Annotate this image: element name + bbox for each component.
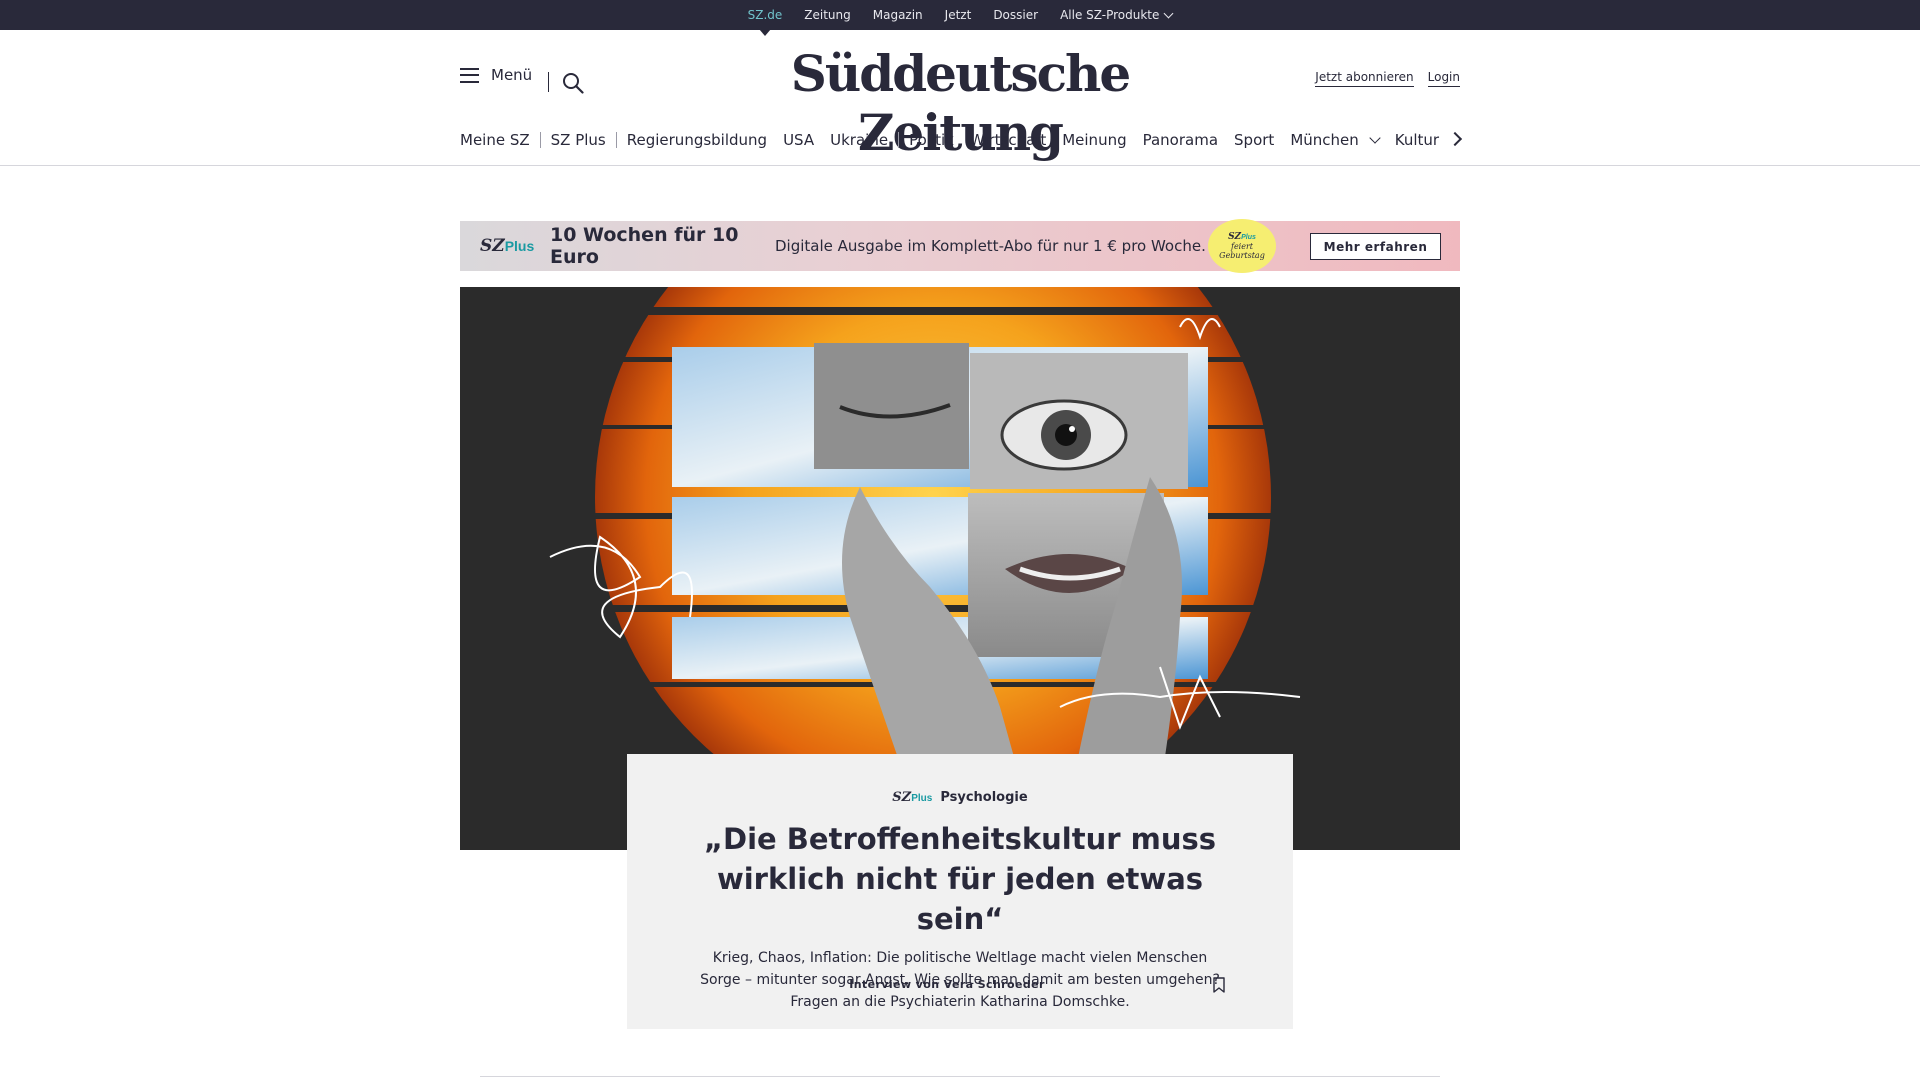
nav-divider	[539, 132, 541, 148]
service-bar: SZ.de Zeitung Magazin Jetzt Dossier Alle…	[0, 0, 1920, 36]
nav-item-meinung[interactable]: Meinung	[1062, 131, 1126, 149]
menu-label: Menü	[491, 66, 533, 84]
divider	[548, 72, 549, 92]
plus-logo-text: Plus	[504, 238, 535, 254]
anniversary-badge: SZPlus feiert Geburtstag	[1208, 219, 1276, 273]
topbar-link-magazin[interactable]: Magazin	[873, 0, 923, 30]
menu-button[interactable]: Menü	[460, 66, 532, 84]
nav-item-sport[interactable]: Sport	[1234, 131, 1274, 149]
sz-logo-text: SZ	[480, 236, 505, 256]
topbar-link-szde[interactable]: SZ.de	[748, 0, 782, 36]
mehr-erfahren-button[interactable]: Mehr erfahren	[1310, 233, 1441, 260]
badge-logo: SZPlus	[1228, 231, 1256, 242]
nav-item-wirtschaft[interactable]: Wirtschaft	[970, 131, 1046, 149]
main-navigation: Meine SZ SZ Plus Regierungsbildung USA U…	[460, 128, 1460, 152]
subscribe-link[interactable]: Jetzt abonnieren	[1315, 70, 1414, 87]
nav-item-usa[interactable]: USA	[783, 131, 814, 149]
promo-banner[interactable]: SZPlus 10 Wochen für 10 Euro Digitale Au…	[460, 219, 1460, 273]
chevron-down-icon	[1369, 132, 1381, 144]
nav-item-panorama[interactable]: Panorama	[1143, 131, 1218, 149]
topbar-link-jetzt[interactable]: Jetzt	[945, 0, 972, 30]
article-title[interactable]: „Die Betroffenheitskultur muss wirklich …	[680, 819, 1240, 939]
nav-divider	[615, 132, 617, 148]
nav-item-politik[interactable]: Politik	[909, 131, 954, 149]
nav-item-muenchen-label: München	[1290, 131, 1359, 149]
chevron-down-icon	[1163, 8, 1174, 18]
topbar-link-zeitung[interactable]: Zeitung	[804, 0, 850, 30]
header-divider	[0, 165, 1920, 166]
article-byline: Interview von Vera Schroeder	[849, 978, 1045, 991]
section-divider	[480, 1076, 1440, 1077]
badge-sz: SZ	[1228, 231, 1242, 242]
nav-item-ukraine[interactable]: Ukraine	[830, 131, 888, 149]
topbar-link-alle-produkte[interactable]: Alle SZ-Produkte	[1060, 0, 1174, 30]
hamburger-icon	[460, 67, 479, 83]
article-category[interactable]: Psychologie	[940, 790, 1027, 805]
topbar-link-alle-produkte-label: Alle SZ-Produkte	[1060, 8, 1160, 22]
badge-line-1: feiert	[1230, 241, 1254, 251]
plus-logo-text: Plus	[911, 793, 933, 804]
sz-plus-logo: SZPlus	[892, 790, 932, 805]
badge-line-2: Geburtstag	[1219, 250, 1265, 260]
sz-plus-logo: SZPlus	[480, 236, 550, 256]
promo-headline: 10 Wochen für 10 Euro	[550, 224, 739, 268]
nav-item-kultur[interactable]: Kultur	[1395, 131, 1439, 149]
sz-logo-text: SZ	[892, 790, 912, 805]
topbar-link-dossier[interactable]: Dossier	[993, 0, 1038, 30]
article-teaser-card[interactable]: SZPlus Psychologie „Die Betroffenheitsku…	[627, 754, 1293, 1029]
nav-item-meine-sz[interactable]: Meine SZ	[460, 131, 530, 149]
nav-item-regierungsbildung[interactable]: Regierungsbildung	[627, 131, 767, 149]
nav-divider	[898, 132, 900, 148]
login-link[interactable]: Login	[1427, 70, 1460, 87]
nav-item-sz-plus[interactable]: SZ Plus	[551, 131, 606, 149]
badge-plus: Plus	[1241, 233, 1256, 241]
account-links: Jetzt abonnieren Login	[1315, 70, 1460, 87]
nav-item-muenchen[interactable]: München	[1290, 131, 1381, 149]
promo-subline: Digitale Ausgabe im Komplett-Abo für nur…	[775, 237, 1206, 255]
article-kicker: SZPlus Psychologie	[627, 790, 1293, 805]
search-icon[interactable]	[562, 72, 584, 94]
bookmark-icon[interactable]	[1212, 977, 1226, 993]
